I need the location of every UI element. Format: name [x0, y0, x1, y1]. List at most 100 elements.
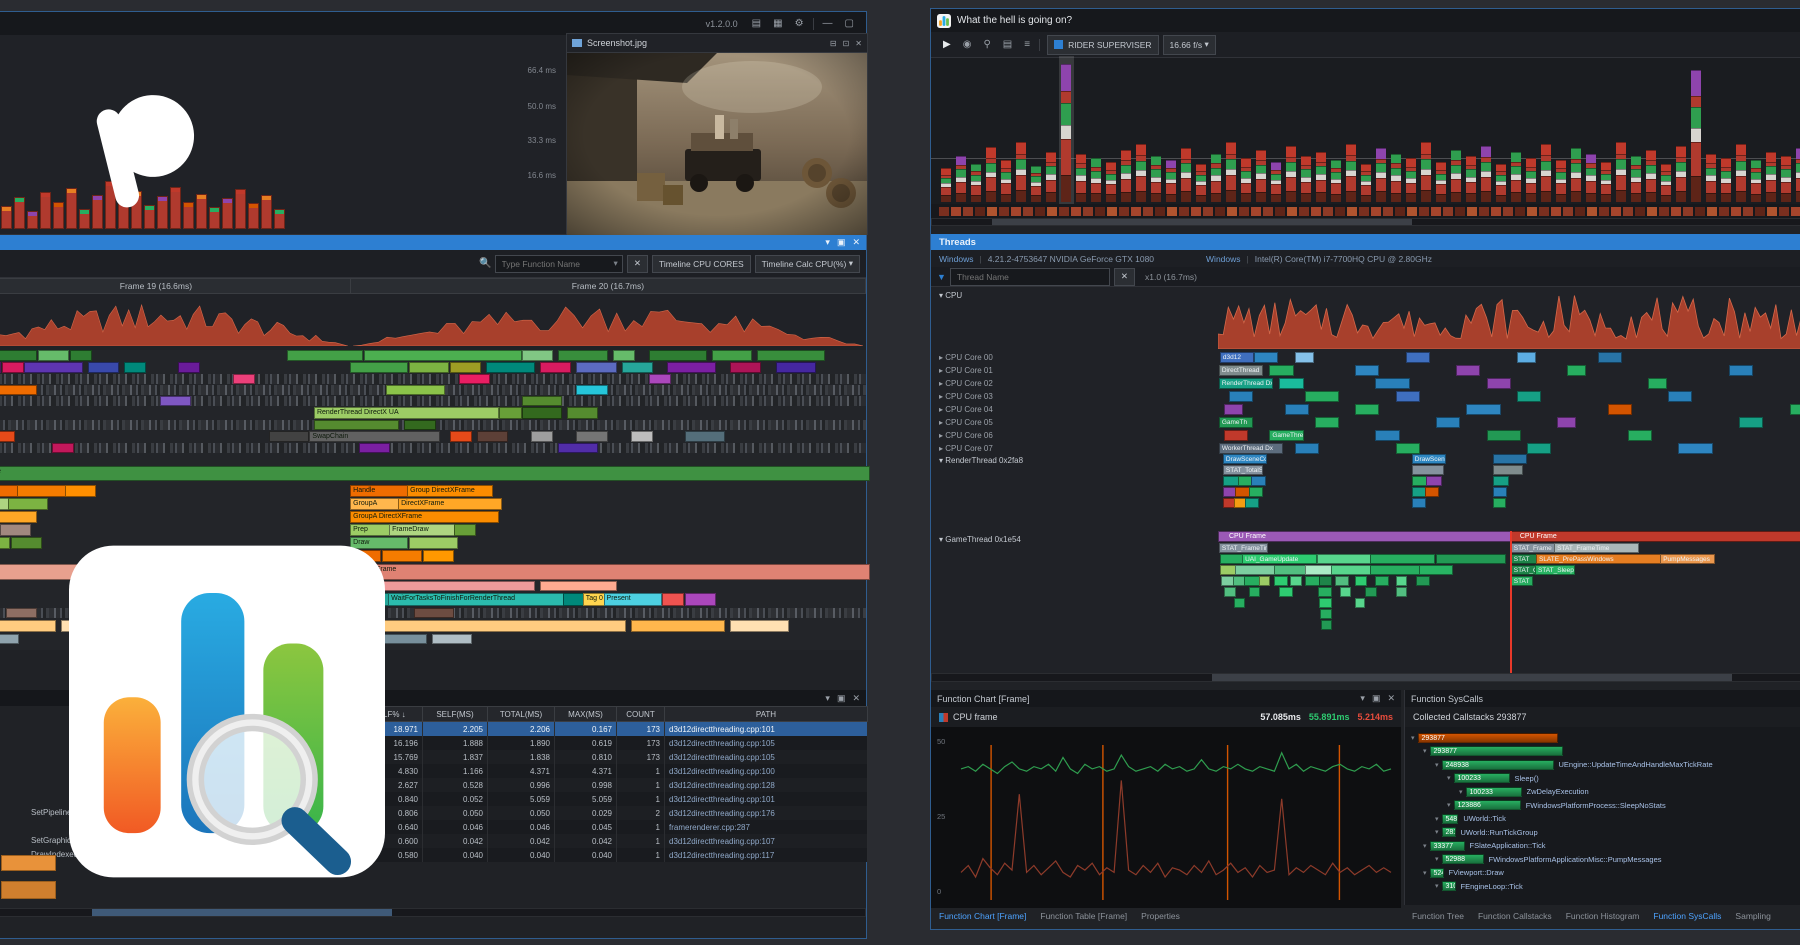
timeline-block[interactable]: [1426, 476, 1442, 486]
frame-strip-block[interactable]: [1707, 207, 1717, 216]
table-column-header[interactable]: MAX(MS): [555, 706, 617, 722]
timeline-cursor[interactable]: [1510, 531, 1512, 673]
frame-header[interactable]: Frame 20 (16.7ms): [351, 278, 866, 294]
table-row[interactable]: 0.5800.0400.0400.0401d3d12directthreadin…: [356, 848, 868, 862]
timeline-block[interactable]: GroupA: [350, 498, 399, 510]
frame-bar[interactable]: [1211, 154, 1221, 202]
save-icon[interactable]: ▤: [997, 39, 1018, 50]
thread-filter[interactable]: [950, 268, 1110, 286]
timeline-block[interactable]: [1355, 404, 1379, 415]
frame-strip-block[interactable]: [1731, 207, 1741, 216]
frame-bar[interactable]: [1571, 148, 1581, 202]
timeline-block[interactable]: [540, 581, 616, 591]
callstack-row[interactable]: ▾52988FWindowsPlatformApplicationMisc::P…: [1405, 853, 1800, 866]
timeline-block[interactable]: Present: [604, 593, 662, 606]
maximize-icon[interactable]: ▢: [839, 18, 860, 29]
timeline-block[interactable]: [757, 350, 824, 361]
frame-mini-str[interactable]: [931, 204, 1800, 218]
table-column-header[interactable]: COUNT: [617, 706, 665, 722]
grid-icon[interactable]: ▦: [767, 18, 788, 29]
frame-bar[interactable]: [1541, 144, 1551, 202]
frame-strip-block[interactable]: [1611, 207, 1621, 216]
timeline-block[interactable]: [1456, 365, 1480, 376]
frame-bar[interactable]: [1061, 64, 1071, 202]
timeline-block[interactable]: [1466, 404, 1500, 415]
frame-bar[interactable]: [1046, 152, 1056, 202]
frame-strip-block[interactable]: [1119, 207, 1129, 216]
callstack-row[interactable]: ▾5482UWorld::Tick: [1405, 812, 1800, 825]
timeline-block[interactable]: DrawScene: [1412, 454, 1446, 464]
frame-bar[interactable]: [1496, 164, 1506, 202]
scrollbar-thumb[interactable]: [992, 219, 1412, 225]
frame-strip-block[interactable]: [1659, 207, 1669, 216]
timeline-block[interactable]: [1355, 365, 1379, 376]
timeline-block[interactable]: [1396, 576, 1407, 586]
table-row[interactable]: 0.6000.0420.0420.0421d3d12directthreadin…: [356, 834, 868, 848]
timeline-block[interactable]: GroupA DirectXFrame: [350, 511, 499, 523]
frame-strip-block[interactable]: [1539, 207, 1549, 216]
panel-float-icon[interactable]: ▣: [1372, 693, 1381, 704]
frame-strip-block[interactable]: [1695, 207, 1705, 216]
play-icon[interactable]: ▶: [937, 39, 957, 50]
float-icon[interactable]: ⊡: [843, 39, 850, 48]
frame-bar[interactable]: [1, 206, 12, 229]
timeline-block[interactable]: [730, 362, 761, 373]
frame-bar[interactable]: [1241, 158, 1251, 202]
frame-bar[interactable]: [1436, 162, 1446, 202]
timeline-block[interactable]: [364, 350, 522, 361]
timeline-block[interactable]: [712, 350, 752, 361]
frame-strip-block[interactable]: [1779, 207, 1789, 216]
timeline-block[interactable]: [567, 407, 598, 419]
frame-strip-block[interactable]: [1035, 207, 1045, 216]
panel-close-icon[interactable]: ✕: [1387, 693, 1395, 704]
frame-bar[interactable]: [1226, 142, 1236, 202]
timeline-block[interactable]: [1259, 576, 1270, 586]
timeline-block[interactable]: [52, 443, 74, 453]
expand-icon[interactable]: ▾: [1411, 734, 1415, 742]
record-icon[interactable]: ◉: [957, 39, 978, 50]
frame-strip-block[interactable]: [1275, 207, 1285, 216]
frame-strip-block[interactable]: [1251, 207, 1261, 216]
frame-header[interactable]: Frame 19 (16.6ms): [0, 278, 351, 294]
frame-strip-block[interactable]: [1671, 207, 1681, 216]
timeline-block[interactable]: [0, 634, 19, 644]
timeline-block[interactable]: [386, 385, 444, 395]
timeline-block[interactable]: [522, 407, 562, 419]
frame-bar[interactable]: [1736, 144, 1746, 202]
timeline-block[interactable]: [649, 350, 707, 361]
timeline-block[interactable]: [1648, 378, 1667, 389]
timeline-block[interactable]: [1517, 391, 1541, 402]
timeline-block[interactable]: [1598, 352, 1622, 363]
expand-icon[interactable]: ▾: [1435, 855, 1439, 863]
timeline-block[interactable]: [522, 350, 553, 361]
frame-strip-block[interactable]: [1179, 207, 1189, 216]
frame-strip-block[interactable]: [1515, 207, 1525, 216]
frame-strip-block[interactable]: [1503, 207, 1513, 216]
callstack-row[interactable]: ▾5248FViewport::Draw: [1405, 866, 1800, 879]
thread-row-label[interactable]: ▾ CPU: [939, 291, 962, 300]
timeline-block[interactable]: [1375, 378, 1409, 389]
frame-bar[interactable]: [1256, 150, 1266, 202]
timeline-block[interactable]: [540, 362, 571, 373]
frame-strip-block[interactable]: [1455, 207, 1465, 216]
frame-bar[interactable]: [1391, 154, 1401, 202]
frame-aggregate-graph[interactable]: [0, 294, 866, 346]
frame-bar[interactable]: [1526, 158, 1536, 202]
callstack-row[interactable]: ▾281UWorld::RunTickGroup: [1405, 826, 1800, 839]
timeline-block[interactable]: [576, 431, 607, 442]
callstack-row[interactable]: ▾248938UEngine::UpdateTimeAndHandleMaxTi…: [1405, 758, 1800, 771]
callstack-bar[interactable]: 52988: [1442, 854, 1484, 864]
fps-selector[interactable]: 16.66 f/s ▾: [1163, 35, 1216, 55]
timeline-block[interactable]: [1668, 391, 1692, 402]
timeline-block[interactable]: STAT: [1511, 576, 1533, 586]
frame-strip-block[interactable]: [1143, 207, 1153, 216]
panel-close-icon[interactable]: ✕: [852, 237, 860, 248]
function-chart-tab[interactable]: Function Table [Frame]: [1040, 911, 1127, 921]
timeline-block[interactable]: [558, 350, 607, 361]
table-row[interactable]: 16.1961.8881.8900.619173d3d12directthrea…: [356, 736, 868, 750]
timeline-block[interactable]: [1274, 576, 1288, 586]
timeline-block[interactable]: [1274, 565, 1306, 575]
timeline-block[interactable]: DirectThread: [1219, 365, 1263, 376]
timeline-block[interactable]: STAT_Gam: [1511, 565, 1537, 575]
timeline-block[interactable]: [1567, 365, 1586, 376]
